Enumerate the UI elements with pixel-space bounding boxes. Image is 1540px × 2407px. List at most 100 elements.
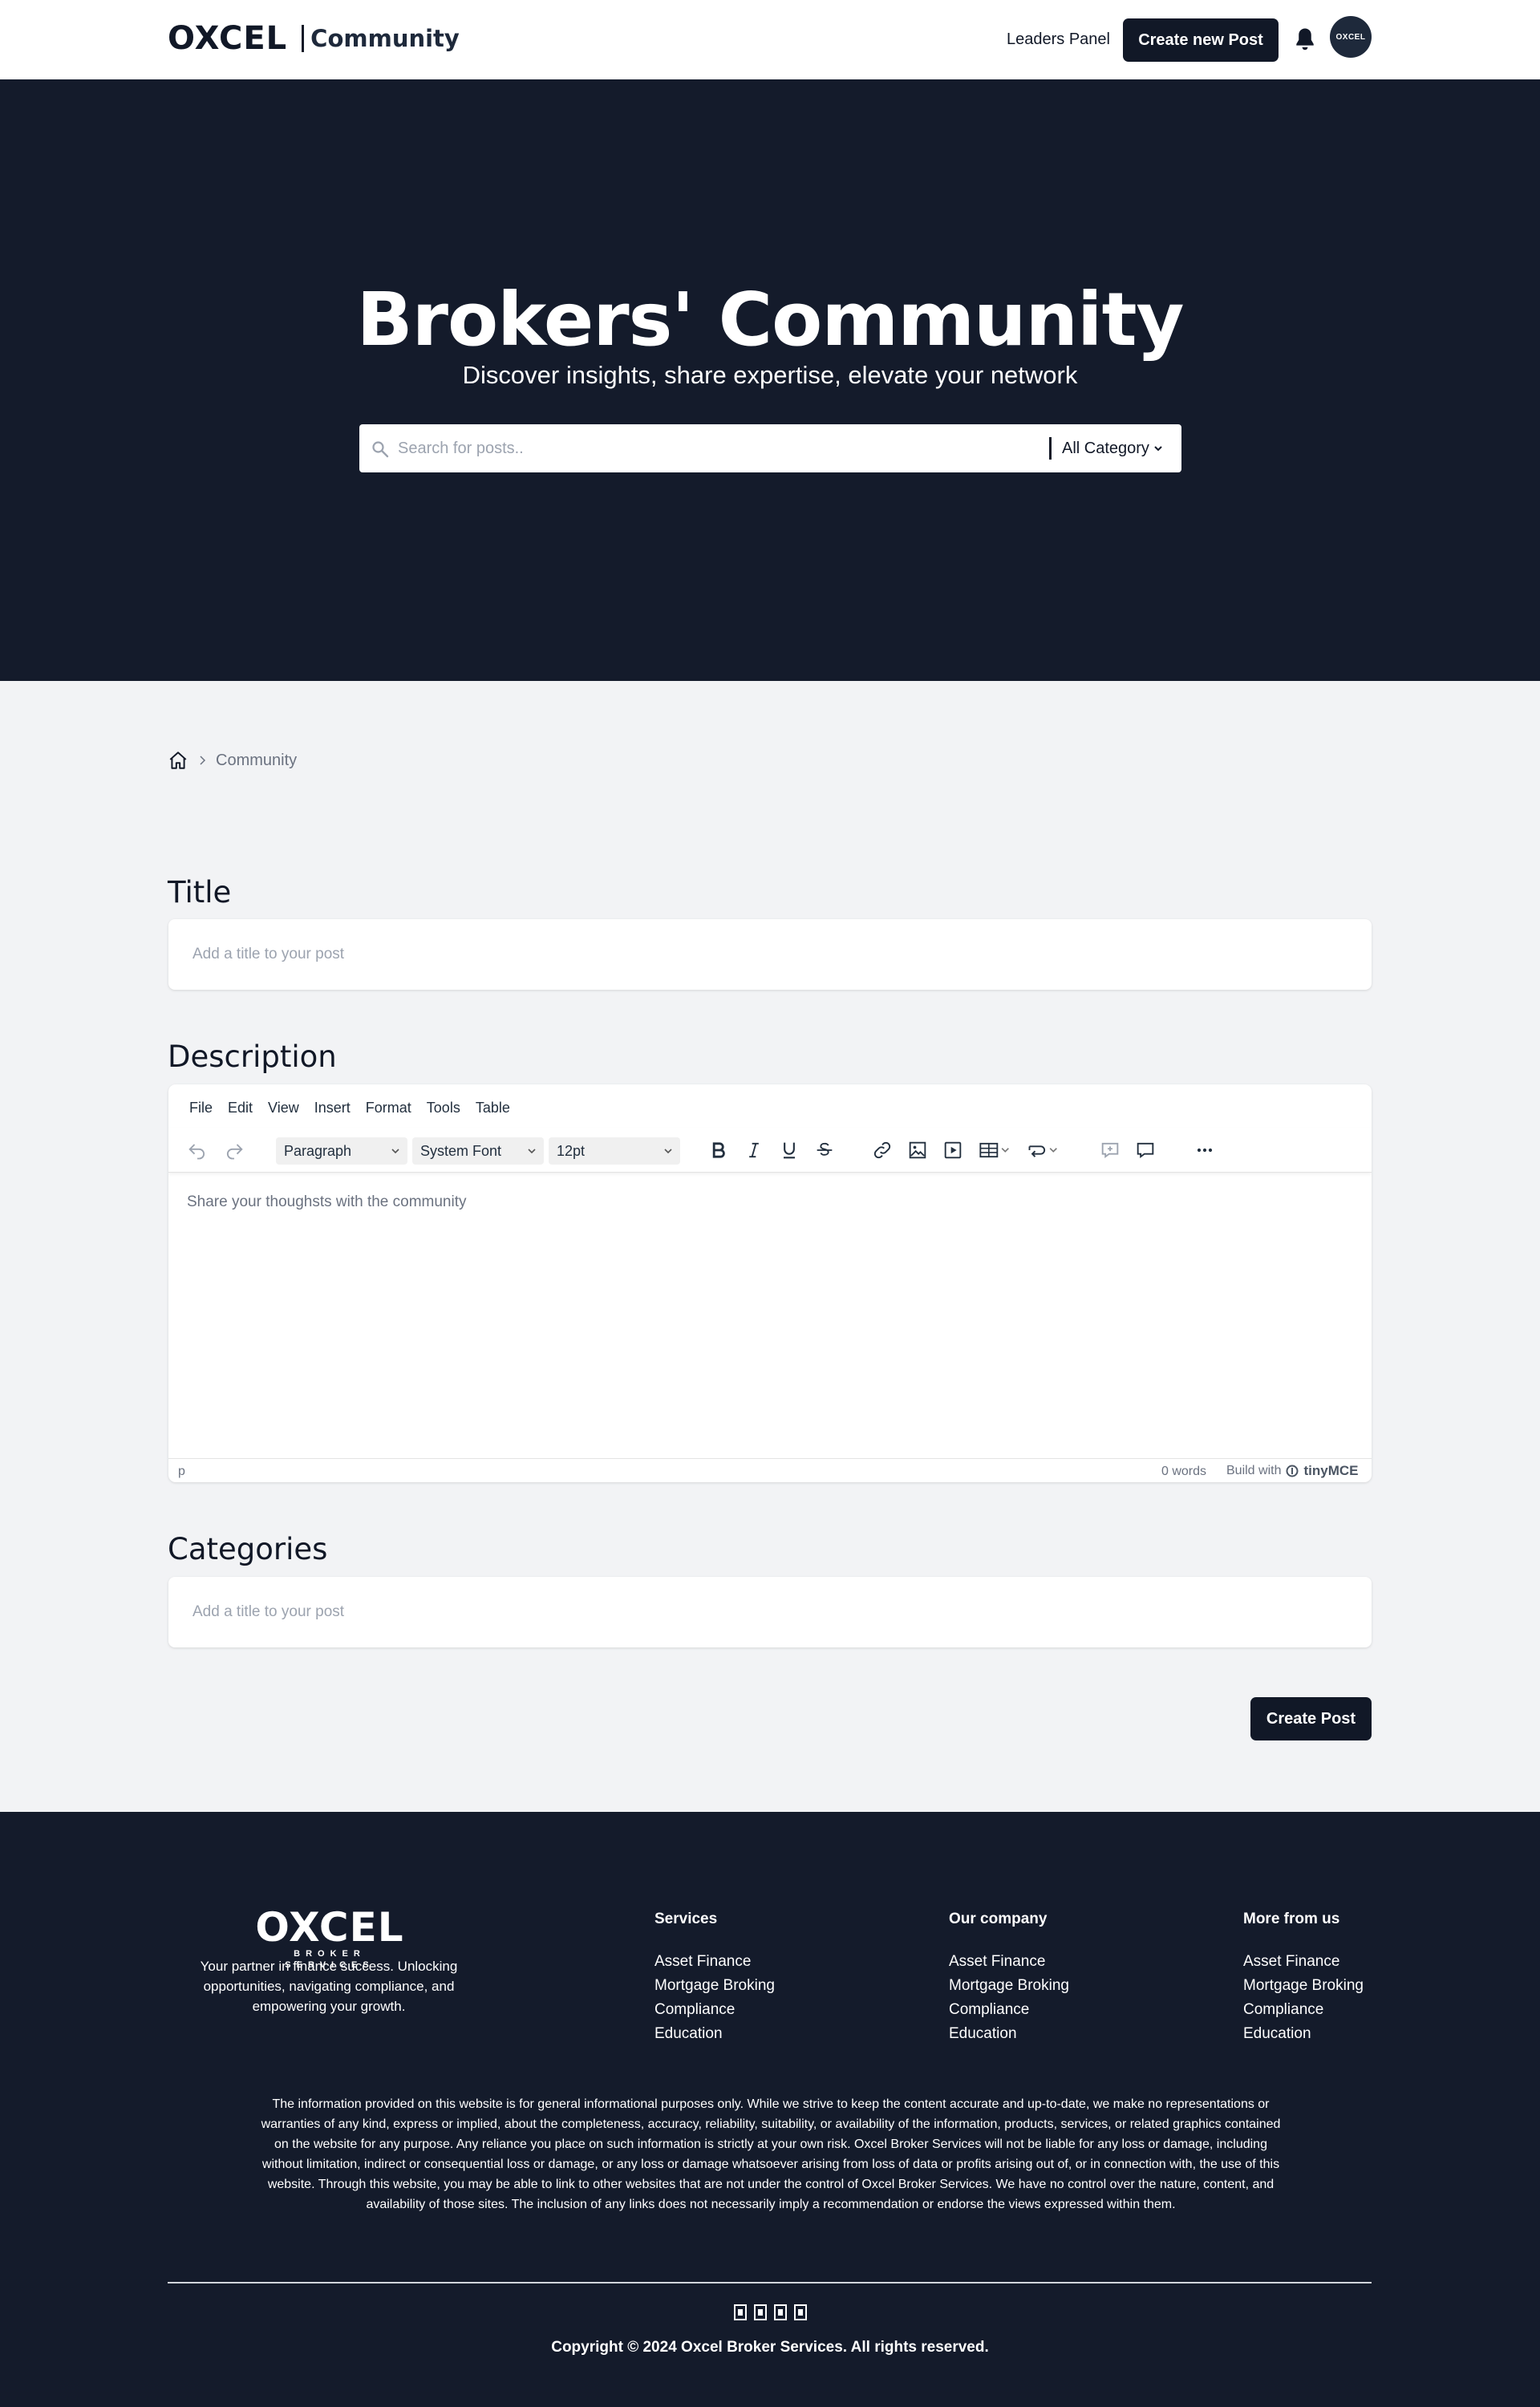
home-icon[interactable] <box>168 750 188 771</box>
logo-wordmark: OXCEL <box>168 20 288 57</box>
more-icon[interactable] <box>1194 1139 1216 1161</box>
font-family-select[interactable]: System Font <box>412 1137 544 1165</box>
menu-insert[interactable]: Insert <box>314 1099 351 1116</box>
footer-column-more-from-us: More from us Asset Finance Mortgage Brok… <box>1243 1910 1364 2046</box>
font-size-select[interactable]: 12pt <box>549 1137 680 1165</box>
social-icon[interactable] <box>733 2304 747 2320</box>
community-logo[interactable]: OXCEL Community <box>168 22 460 55</box>
title-input-placeholder: Add a title to your post <box>192 946 345 962</box>
categories-label: Categories <box>168 1532 328 1566</box>
copyright: Copyright © 2024 Oxcel Broker Services. … <box>551 2339 989 2356</box>
editor-content-area[interactable]: Share your thoughsts with the community <box>187 1193 467 1212</box>
avatar[interactable]: OXCEL <box>1330 16 1372 58</box>
social-icon[interactable] <box>753 2304 767 2320</box>
breadcrumb-current[interactable]: Community <box>216 750 297 771</box>
chevron-down-icon <box>1154 446 1162 452</box>
footer-disclaimer: The information provided on this website… <box>261 2097 1281 2211</box>
footer-link[interactable]: Mortgage Broking <box>1243 1974 1364 1998</box>
footer-logo-wordmark: OXCEL <box>255 1904 404 1951</box>
bell-icon[interactable] <box>1293 26 1317 52</box>
category-dropdown-label: All Category <box>1062 440 1149 457</box>
logo-suffix: Community <box>310 25 460 52</box>
search-divider <box>1049 437 1052 460</box>
menu-view[interactable]: View <box>268 1099 299 1116</box>
line-height-icon[interactable] <box>1025 1139 1062 1161</box>
media-icon[interactable] <box>942 1139 964 1161</box>
social-icon[interactable] <box>773 2304 787 2320</box>
footer: OXCEL BROKER SERVICES Your partner in fi… <box>0 1812 1540 2407</box>
chevron-down-icon <box>391 1149 399 1154</box>
title-input[interactable]: Add a title to your post <box>168 919 1372 990</box>
undo-icon[interactable] <box>186 1139 209 1161</box>
menu-table[interactable]: Table <box>476 1099 510 1116</box>
menu-file[interactable]: File <box>189 1099 213 1116</box>
italic-icon[interactable] <box>743 1139 765 1161</box>
footer-link[interactable]: Mortgage Broking <box>949 1974 1069 1998</box>
footer-column-heading: More from us <box>1243 1911 1340 1927</box>
title-label: Title <box>168 875 232 910</box>
leaders-panel-link[interactable]: Leaders Panel <box>1007 29 1110 50</box>
word-count[interactable]: 0 words <box>1161 1465 1206 1479</box>
categories-input-placeholder: Add a title to your post <box>192 1603 345 1620</box>
build-with-label: Build with <box>1226 1464 1282 1477</box>
table-icon[interactable] <box>977 1139 1014 1161</box>
category-dropdown[interactable]: All Category <box>1062 439 1164 458</box>
bold-icon[interactable] <box>707 1139 730 1161</box>
logo-divider <box>302 25 305 52</box>
underline-icon[interactable] <box>778 1139 800 1161</box>
footer-column-services: Services Asset Finance Mortgage Broking … <box>654 1910 775 2046</box>
breadcrumb: Community <box>168 750 297 771</box>
top-header: OXCEL Community Leaders Panel Create new… <box>0 0 1540 79</box>
hero-subtitle: Discover insights, share expertise, elev… <box>462 361 1078 389</box>
footer-column-heading: Our company <box>949 1911 1048 1927</box>
chevron-down-icon <box>664 1149 672 1154</box>
block-format-select[interactable]: Paragraph <box>276 1137 407 1165</box>
search-bar: Search for posts.. All Category <box>359 424 1181 472</box>
footer-link[interactable]: Mortgage Broking <box>654 1974 775 1998</box>
editor-toolbar: Paragraph System Font 12pt <box>168 1128 1372 1173</box>
image-icon[interactable] <box>906 1139 929 1161</box>
search-icon <box>372 441 389 458</box>
rich-text-editor: File Edit View Insert Format Tools Table… <box>168 1084 1372 1482</box>
redo-icon[interactable] <box>223 1139 245 1161</box>
menu-tools[interactable]: Tools <box>427 1099 460 1116</box>
search-input[interactable]: Search for posts.. <box>398 439 524 458</box>
footer-column-heading: Services <box>654 1911 718 1927</box>
element-path[interactable]: p <box>178 1465 185 1479</box>
font-size-value: 12pt <box>557 1143 586 1159</box>
footer-link[interactable]: Asset Finance <box>1243 1950 1364 1974</box>
footer-link[interactable]: Asset Finance <box>654 1950 775 1974</box>
hero-banner: Brokers' Community Discover insights, sh… <box>0 79 1540 681</box>
footer-link[interactable]: Education <box>1243 2022 1364 2046</box>
font-family-value: System Font <box>420 1143 502 1159</box>
menu-edit[interactable]: Edit <box>228 1099 253 1116</box>
footer-link[interactable]: Education <box>654 2022 775 2046</box>
footer-link[interactable]: Education <box>949 2022 1069 2046</box>
editor-statusbar: p 0 words Build with tinyMCE <box>168 1458 1372 1482</box>
editor-menubar: File Edit View Insert Format Tools Table <box>189 1099 510 1116</box>
description-label: Description <box>168 1039 337 1074</box>
chevron-down-icon <box>528 1149 536 1154</box>
tinymce-logo-icon <box>1286 1465 1299 1477</box>
social-links <box>0 2304 1540 2320</box>
chevron-right-icon <box>200 756 206 765</box>
create-new-post-button[interactable]: Create new Post <box>1123 18 1279 62</box>
create-post-button[interactable]: Create Post <box>1250 1697 1372 1740</box>
footer-link[interactable]: Asset Finance <box>949 1950 1069 1974</box>
comments-icon[interactable] <box>1134 1139 1157 1161</box>
footer-divider <box>168 2282 1372 2283</box>
menu-format[interactable]: Format <box>366 1099 411 1116</box>
footer-link[interactable]: Compliance <box>1243 1998 1364 2022</box>
add-comment-icon[interactable] <box>1099 1139 1121 1161</box>
footer-link[interactable]: Compliance <box>654 1998 775 2022</box>
tinymce-brand: tinyMCE <box>1303 1463 1359 1478</box>
social-icon[interactable] <box>793 2304 807 2320</box>
footer-link[interactable]: Compliance <box>949 1998 1069 2022</box>
footer-tagline: Your partner in finance success. Unlocki… <box>200 1959 458 2014</box>
block-format-value: Paragraph <box>284 1143 352 1159</box>
link-icon[interactable] <box>871 1139 894 1161</box>
categories-input[interactable]: Add a title to your post <box>168 1577 1372 1647</box>
tinymce-branding[interactable]: Build with tinyMCE <box>1226 1463 1358 1479</box>
hero-title: Brokers' Community <box>356 277 1184 363</box>
strikethrough-icon[interactable] <box>813 1139 836 1161</box>
